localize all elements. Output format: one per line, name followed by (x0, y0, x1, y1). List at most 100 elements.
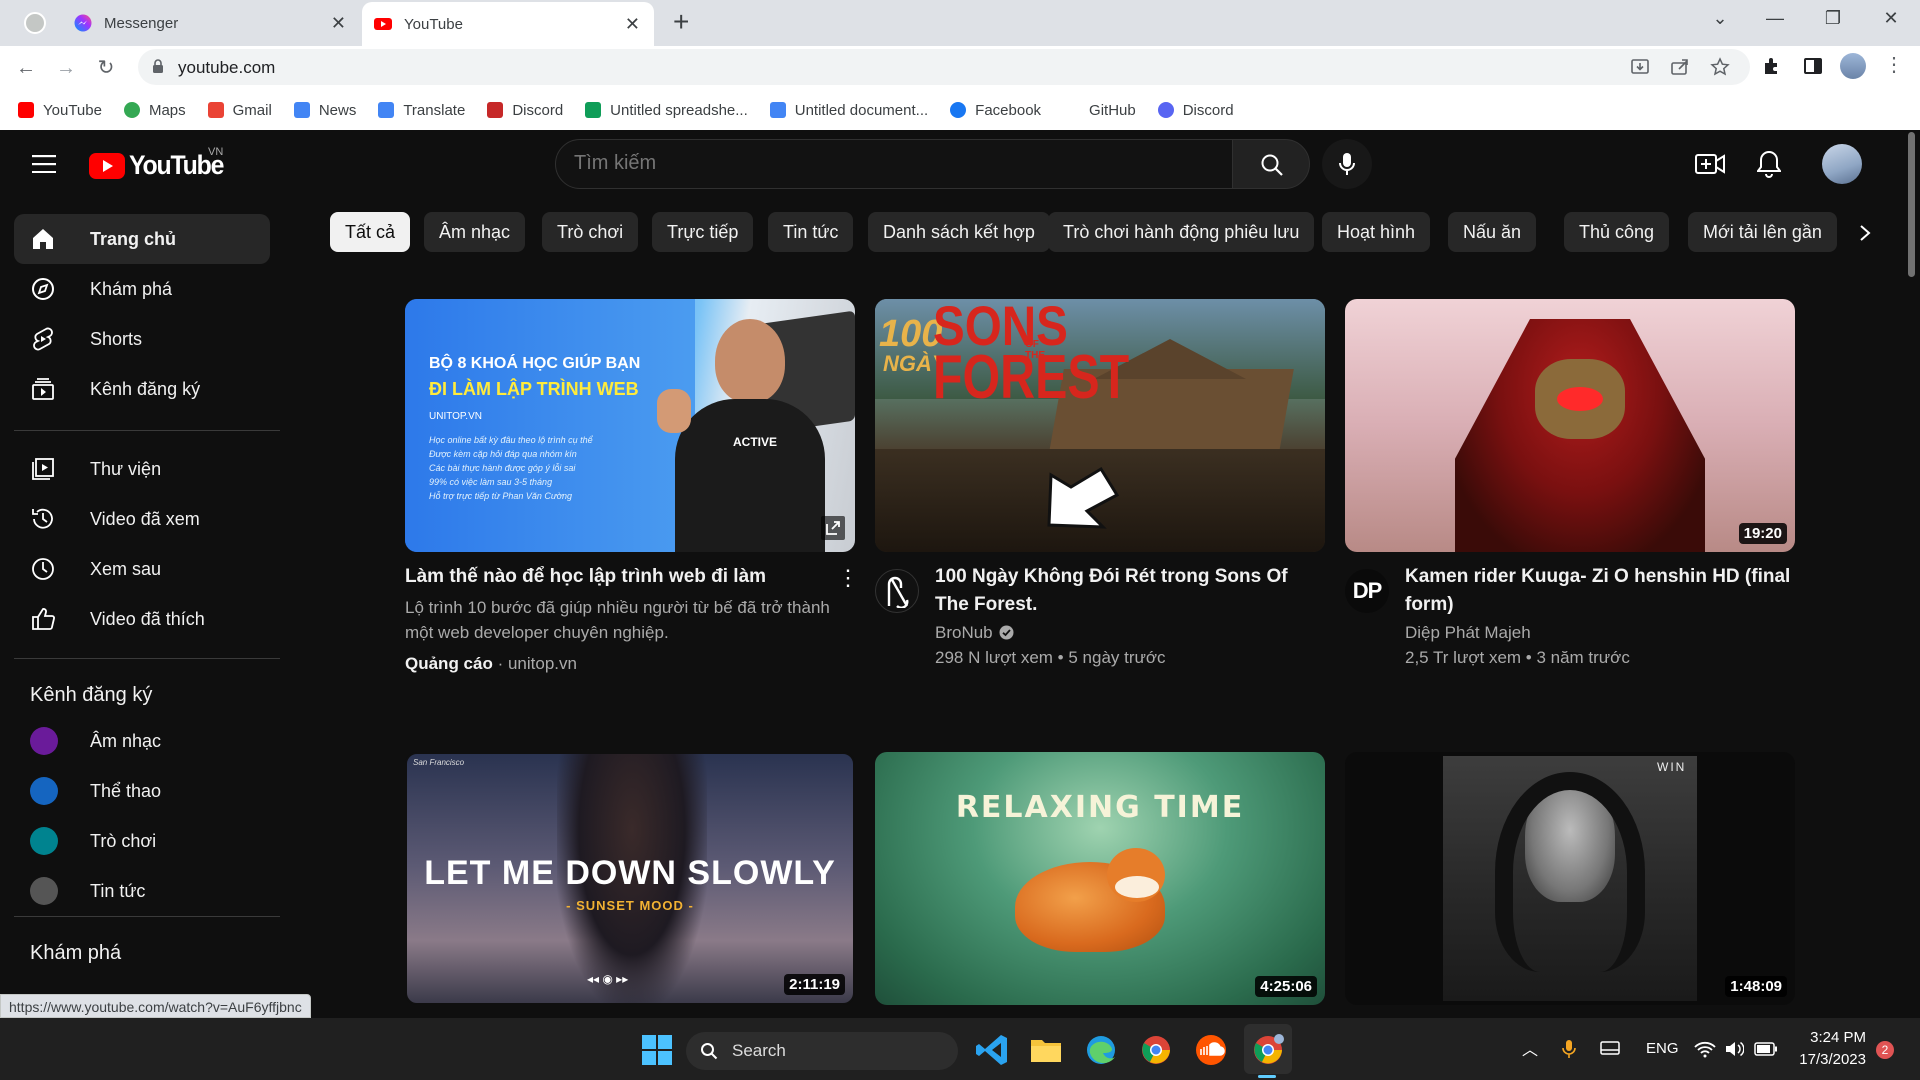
edge-icon[interactable] (1082, 1031, 1120, 1069)
tab-search-chevron-icon[interactable]: ⌄ (1705, 8, 1735, 29)
address-bar[interactable]: youtube.com (138, 49, 1750, 85)
filter-chip[interactable]: Hoạt hình (1322, 212, 1431, 252)
install-app-icon[interactable] (1630, 57, 1650, 77)
microphone-icon[interactable] (1562, 1039, 1576, 1059)
bookmark-item[interactable]: Discord (1157, 102, 1234, 119)
language-indicator[interactable]: ENG (1646, 1040, 1679, 1057)
video-thumbnail[interactable]: 100 NGÀY SONS OF THE FOREST (875, 299, 1325, 552)
sidebar-item[interactable]: Tin tức (14, 866, 270, 916)
bookmark-star-icon[interactable] (1710, 57, 1730, 77)
clock-time[interactable]: 3:24 PM (1796, 1029, 1866, 1046)
clock-date[interactable]: 17/3/2023 (1790, 1051, 1866, 1068)
chrome-menu-icon[interactable]: ⋮ (1884, 52, 1904, 77)
volume-icon[interactable] (1724, 1040, 1744, 1058)
video-thumbnail[interactable]: 19:20 (1345, 299, 1795, 552)
sidebar-item[interactable]: Trang chủ (14, 214, 270, 264)
filter-chip[interactable]: Tin tức (768, 212, 854, 252)
video-title[interactable]: 100 Ngày Không Đói Rét trong Sons Of The… (935, 563, 1325, 619)
taskbar-search[interactable]: Search (686, 1032, 958, 1070)
minimize-button[interactable]: — (1760, 8, 1790, 29)
bookmark-item[interactable]: News (293, 102, 356, 119)
side-panel-icon[interactable] (1803, 56, 1823, 76)
video-thumbnail[interactable]: BỘ 8 KHOÁ HỌC GIÚP BẠN ĐI LÀM LẬP TRÌNH … (405, 299, 855, 552)
sidebar-item[interactable]: Thư viện (14, 444, 270, 494)
filter-chip[interactable]: Nấu ăn (1448, 212, 1537, 252)
bookmark-item[interactable]: Untitled spreadshe... (585, 102, 748, 119)
channel-avatar[interactable]: DP (1345, 569, 1389, 613)
file-explorer-icon[interactable] (1027, 1031, 1065, 1069)
search-input[interactable] (574, 152, 1174, 175)
share-icon[interactable] (1670, 57, 1690, 77)
profile-avatar[interactable] (1840, 53, 1866, 79)
channel-name[interactable]: BroNub (935, 620, 993, 645)
filter-chip[interactable]: Danh sách kết hợp (868, 212, 1050, 252)
extensions-puzzle-icon[interactable] (1762, 56, 1782, 76)
sidebar-item[interactable]: Xem sau (14, 544, 270, 594)
sidebar-item[interactable]: Video đã xem (14, 494, 270, 544)
account-avatar[interactable] (1822, 144, 1862, 184)
vscode-icon[interactable] (973, 1031, 1011, 1069)
chevron-right-icon[interactable] (1858, 225, 1872, 241)
filter-chip[interactable]: Âm nhạc (424, 212, 526, 252)
channel-name[interactable]: Diệp Phát Majeh (1405, 620, 1531, 645)
bookmark-item[interactable]: Gmail (207, 102, 272, 119)
video-thumbnail[interactable]: San Francisco LET ME DOWN SLOWLY - SUNSE… (405, 752, 855, 1005)
show-hidden-icons-chevron[interactable]: ︿ (1522, 1036, 1538, 1060)
notification-count-badge[interactable]: 2 (1876, 1041, 1894, 1059)
filter-chip[interactable]: Trò chơi (542, 212, 639, 252)
new-tab-button[interactable]: + (673, 6, 689, 38)
windows-start-icon[interactable] (638, 1031, 676, 1069)
voice-search-button[interactable] (1322, 139, 1372, 189)
filter-chip[interactable]: Tất cả (330, 212, 411, 252)
video-title[interactable]: Kamen rider Kuuga- Zi O henshin HD (fina… (1405, 563, 1795, 619)
bookmark-item[interactable]: GitHub (1089, 102, 1136, 119)
soundcloud-icon[interactable] (1192, 1031, 1230, 1069)
bookmark-item[interactable]: Untitled document... (769, 102, 928, 119)
sidebar-item[interactable]: Thể thao (14, 766, 270, 816)
github-tab-icon[interactable] (24, 12, 46, 34)
video-thumbnail[interactable]: WIN 1:48:09 (1345, 752, 1795, 1005)
chrome-icon[interactable] (1137, 1031, 1175, 1069)
bookmark-item[interactable]: Facebook (950, 102, 1041, 119)
reload-icon[interactable]: ↻ (92, 54, 120, 82)
more-actions-icon[interactable]: ⋮ (837, 565, 859, 591)
video-thumbnail[interactable]: RELAXING TIME 4:25:06 (875, 752, 1325, 1005)
battery-icon[interactable] (1754, 1042, 1778, 1056)
close-window-button[interactable]: ✕ (1876, 8, 1906, 29)
scrollbar-thumb[interactable] (1908, 132, 1915, 277)
link-status-bubble: https://www.youtube.com/watch?v=AuF6yffj… (0, 994, 311, 1018)
maximize-button[interactable]: ❐ (1818, 8, 1848, 29)
display-icon[interactable] (1600, 1040, 1620, 1058)
filter-chip[interactable]: Mới tải lên gần (1688, 212, 1837, 252)
bookmark-item[interactable]: Discord (487, 102, 563, 119)
forward-arrow-icon[interactable]: → (52, 54, 80, 82)
chrome-profile-icon[interactable] (1249, 1031, 1287, 1069)
scrollbar-track[interactable] (1906, 130, 1916, 1018)
sidebar-item[interactable]: Khám phá (14, 264, 270, 314)
bookmark-item[interactable]: YouTube (18, 102, 102, 119)
filter-chip[interactable]: Trò chơi hành động phiêu lưu (1048, 212, 1315, 252)
tab-youtube[interactable]: YouTube ✕ (362, 2, 654, 46)
sidebar-item[interactable]: Trò chơi (14, 816, 270, 866)
sidebar-item[interactable]: Shorts (14, 314, 270, 364)
video-title[interactable]: Làm thế nào để học lập trình web đi làm (405, 563, 815, 591)
bookmark-item[interactable]: Translate (378, 102, 465, 119)
tab-messenger[interactable]: Messenger ✕ (60, 0, 360, 46)
create-video-icon[interactable] (1695, 152, 1725, 176)
bookmark-item[interactable]: Maps (123, 102, 186, 119)
back-arrow-icon[interactable]: ← (12, 54, 40, 82)
external-link-icon[interactable] (821, 516, 845, 540)
wifi-icon[interactable] (1694, 1040, 1716, 1058)
hamburger-menu-icon[interactable] (32, 155, 56, 173)
sidebar-item[interactable]: Kênh đăng ký (14, 364, 270, 414)
sidebar-item[interactable]: Âm nhạc (14, 716, 270, 766)
search-icon (1261, 154, 1283, 176)
close-tab-icon[interactable]: ✕ (331, 13, 346, 34)
sidebar-item[interactable]: Video đã thích (14, 594, 270, 644)
channel-avatar[interactable] (875, 569, 919, 613)
filter-chip[interactable]: Trực tiếp (652, 212, 754, 252)
search-button[interactable] (1232, 139, 1310, 189)
close-tab-icon[interactable]: ✕ (625, 14, 640, 35)
filter-chip[interactable]: Thủ công (1564, 212, 1670, 252)
notifications-bell-icon[interactable] (1757, 150, 1781, 178)
